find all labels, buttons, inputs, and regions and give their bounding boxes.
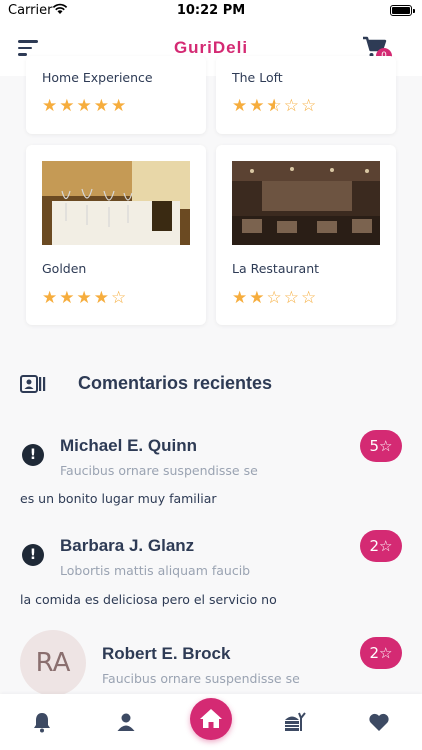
restaurant-card[interactable]: Golden ★★★★☆ [26, 145, 206, 325]
rating-stars: ★★☆☆☆ [232, 288, 319, 308]
battery-icon [390, 5, 415, 16]
rating-pill: 2☆ [360, 530, 402, 562]
rating-stars: ★★★★☆ [42, 288, 129, 308]
heart-icon[interactable] [367, 710, 391, 734]
rating-pill: 2☆ [360, 637, 402, 669]
restaurant-name: Home Experience [42, 70, 153, 85]
comment-subtitle: Lobortis mattis aliquam faucib [60, 563, 251, 578]
alert-icon: ! [22, 544, 44, 566]
bell-icon[interactable] [30, 710, 54, 734]
comment-author: Robert E. Brock [102, 644, 231, 663]
rating-stars: ★★★★★ [42, 96, 129, 116]
restaurant-card[interactable]: Home Experience ★★★★★ [26, 56, 206, 134]
contacts-icon [20, 375, 46, 393]
comment-text: es un bonito lugar muy familiar [20, 491, 217, 506]
status-bar: Carrier 10:22 PM [0, 0, 422, 22]
restaurant-name: La Restaurant [232, 261, 320, 276]
user-icon[interactable] [114, 710, 138, 734]
restaurant-photo [232, 161, 380, 245]
avatar: RA [20, 630, 86, 696]
comment-subtitle: Faucibus ornare suspendisse se [102, 671, 300, 686]
restaurant-card[interactable]: La Restaurant ★★☆☆☆ [216, 145, 396, 325]
clock: 10:22 PM [176, 3, 246, 18]
comment-text: la comida es deliciosa pero el servicio … [20, 592, 277, 607]
food-icon[interactable] [283, 710, 307, 734]
comment-subtitle: Faucibus ornare suspendisse se [60, 463, 258, 478]
home-button[interactable] [190, 698, 232, 740]
rating-pill: 5☆ [360, 430, 402, 462]
app-title: GuriDeli [173, 38, 249, 57]
section-title: Comentarios recientes [78, 373, 273, 393]
restaurant-name: The Loft [232, 70, 283, 85]
rating-stars: ★★★☆☆☆ [232, 96, 319, 116]
comment-author: Barbara J. Glanz [60, 536, 195, 555]
alert-icon: ! [22, 444, 44, 466]
restaurant-card[interactable]: The Loft ★★★☆☆☆ [216, 56, 396, 134]
comment-author: Michael E. Quinn [60, 436, 197, 455]
restaurant-photo [42, 161, 190, 245]
restaurant-name: Golden [42, 261, 87, 276]
home-icon [200, 709, 222, 728]
